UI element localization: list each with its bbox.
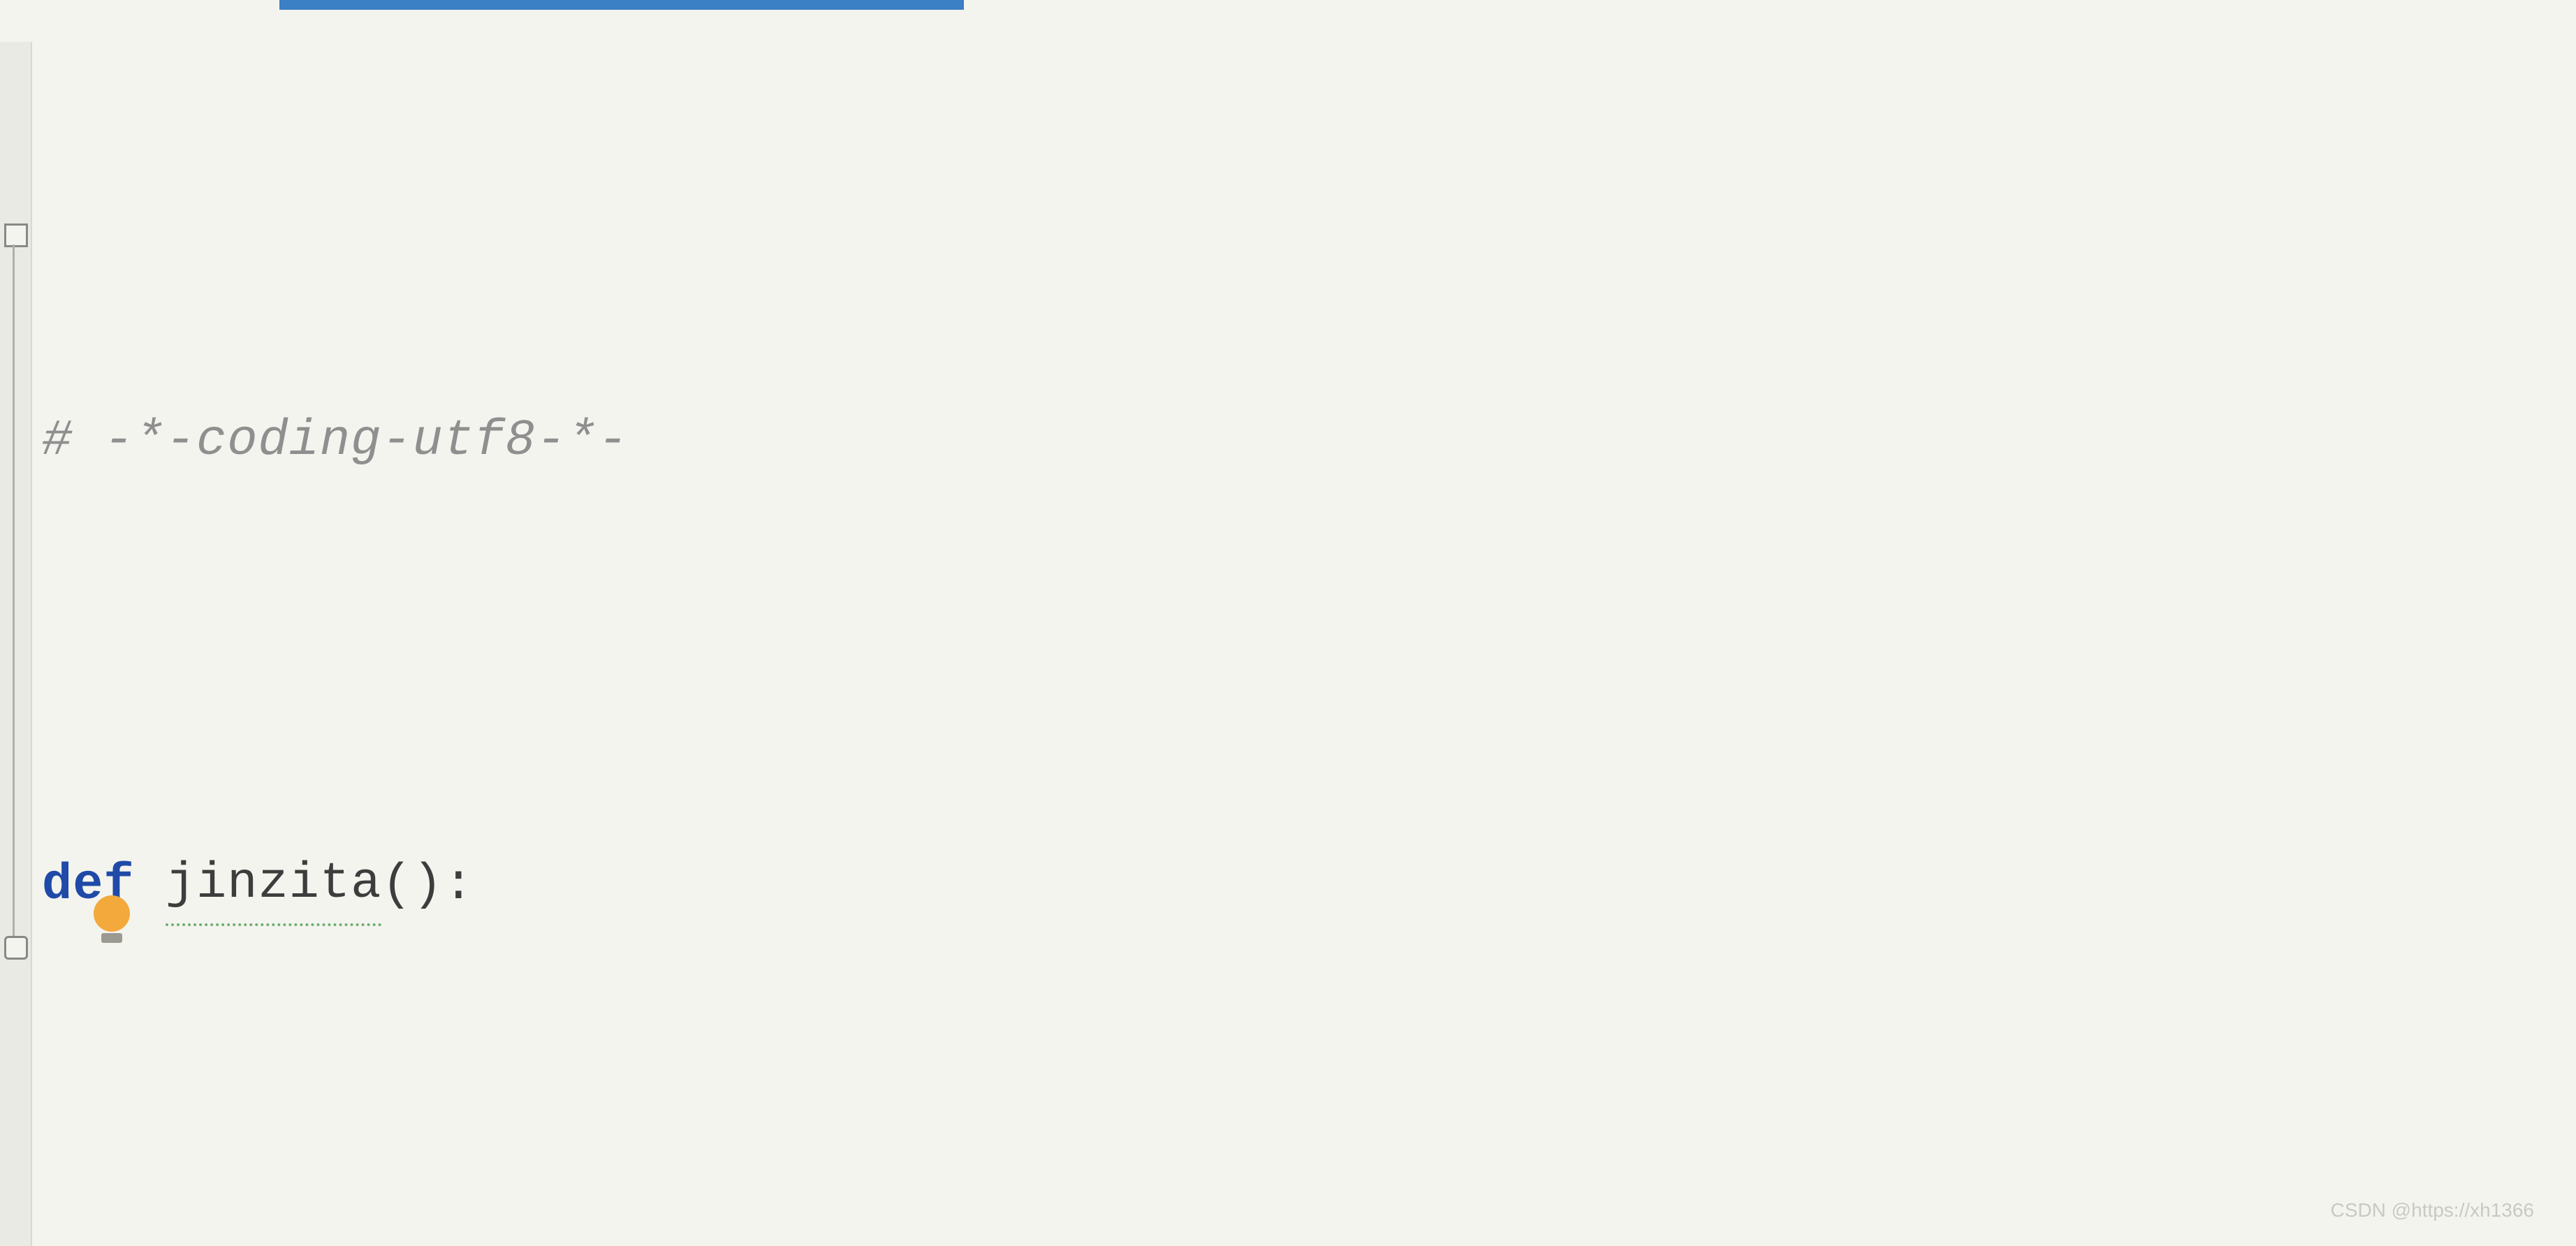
paren: (): bbox=[381, 846, 474, 925]
fold-guide-line bbox=[13, 244, 15, 950]
gutter bbox=[0, 42, 32, 1246]
code-line-1[interactable]: # -*-coding-utf8-*- bbox=[42, 374, 2562, 507]
intention-bulb-icon[interactable] bbox=[91, 895, 133, 944]
comment-text: # -*-coding-utf8-*- bbox=[42, 402, 629, 481]
code-area[interactable]: # -*-coding-utf8-*- def jinzita(): n = i… bbox=[42, 63, 2562, 1246]
code-editor[interactable]: # -*-coding-utf8-*- def jinzita(): n = i… bbox=[0, 0, 2576, 1246]
fold-open-icon[interactable] bbox=[4, 223, 28, 247]
active-tab-indicator bbox=[279, 0, 964, 10]
function-name: jinzita bbox=[166, 845, 381, 926]
code-line-2[interactable]: def jinzita(): bbox=[42, 819, 2562, 952]
fold-close-icon[interactable] bbox=[4, 936, 28, 960]
watermark-text: CSDN @https://xh1366 bbox=[2331, 1195, 2534, 1225]
